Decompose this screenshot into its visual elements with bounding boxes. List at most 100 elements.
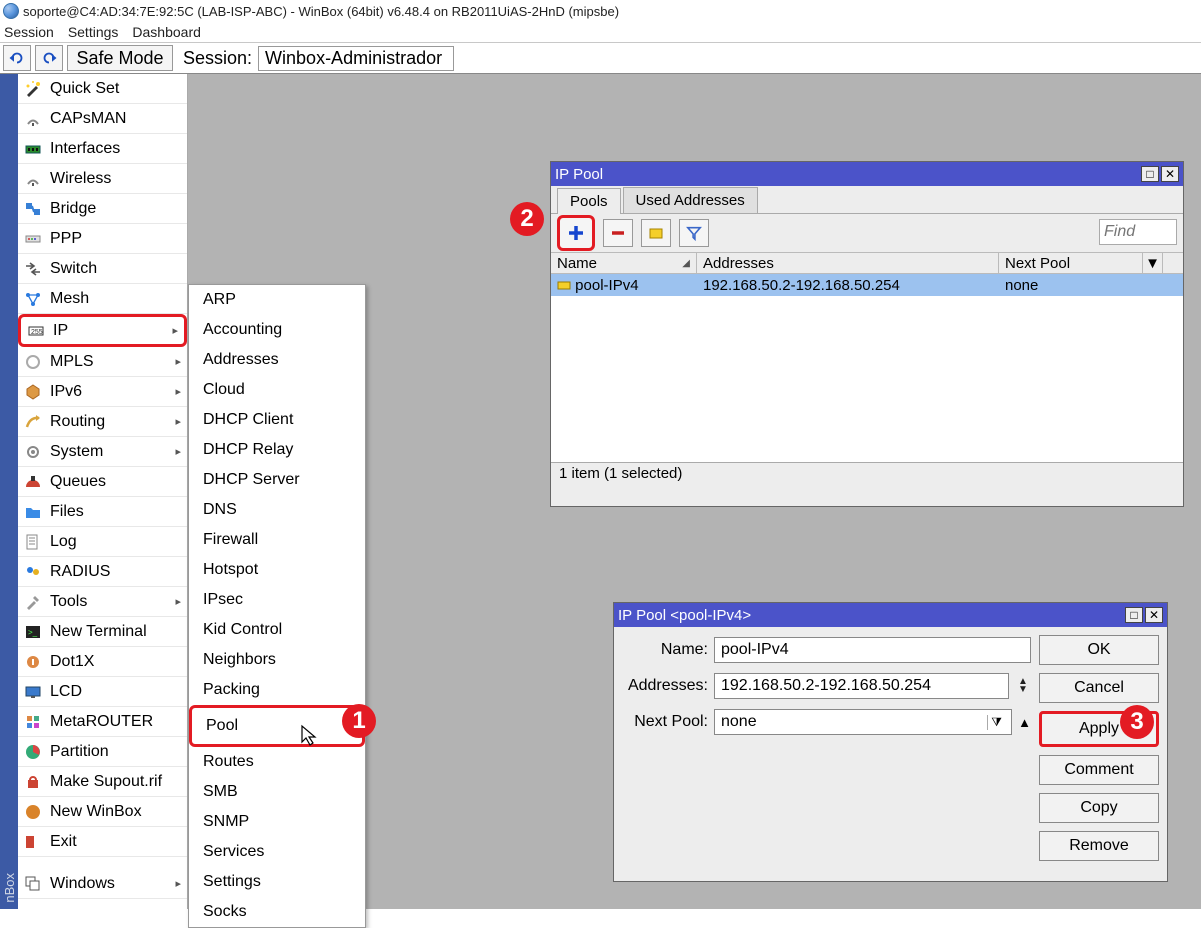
- col-name[interactable]: Name◢: [551, 253, 697, 273]
- minimize-button[interactable]: □: [1125, 607, 1143, 623]
- tab-pools[interactable]: Pools: [557, 188, 621, 214]
- comment-button[interactable]: [641, 219, 671, 247]
- ip-arp[interactable]: ARP: [189, 285, 365, 315]
- remove-button[interactable]: Remove: [1039, 831, 1159, 861]
- next-pool-select[interactable]: none⧩: [714, 709, 1012, 735]
- nav-bridge[interactable]: Bridge: [18, 194, 187, 224]
- chevron-right-icon: ▸: [175, 877, 181, 890]
- ip-addresses[interactable]: Addresses: [189, 345, 365, 375]
- nav-windows[interactable]: Windows▸: [18, 869, 187, 899]
- col-addresses[interactable]: Addresses: [697, 253, 999, 273]
- nav-partition[interactable]: Partition: [18, 737, 187, 767]
- addresses-stepper[interactable]: ▲▼: [1015, 678, 1031, 694]
- col-next-pool[interactable]: Next Pool: [999, 253, 1143, 273]
- nav-supout[interactable]: Make Supout.rif: [18, 767, 187, 797]
- ip-ipsec[interactable]: IPsec: [189, 585, 365, 615]
- nav-ip[interactable]: 255IP▸: [18, 314, 187, 347]
- pool-list-body: pool-IPv4 192.168.50.2-192.168.50.254 no…: [551, 274, 1183, 462]
- nav-lcd[interactable]: LCD: [18, 677, 187, 707]
- toolbar: Safe Mode Session: Winbox-Administrador: [0, 43, 1201, 73]
- nav-log[interactable]: Log: [18, 527, 187, 557]
- svg-text:255: 255: [31, 329, 43, 336]
- tab-used-addresses[interactable]: Used Addresses: [623, 187, 758, 213]
- ip-accounting[interactable]: Accounting: [189, 315, 365, 345]
- ip-firewall[interactable]: Firewall: [189, 525, 365, 555]
- nav-mesh[interactable]: Mesh: [18, 284, 187, 314]
- ip-pool-title-bar[interactable]: IP Pool □ ✕: [551, 162, 1183, 186]
- session-value[interactable]: Winbox-Administrador: [258, 46, 454, 71]
- winbox-icon: [3, 3, 19, 19]
- nav-dot1x[interactable]: Dot1X: [18, 647, 187, 677]
- nav-newwinbox[interactable]: New WinBox: [18, 797, 187, 827]
- undo-button[interactable]: [3, 45, 31, 71]
- ip-routes[interactable]: Routes: [189, 747, 365, 777]
- close-button[interactable]: ✕: [1161, 166, 1179, 182]
- addresses-field[interactable]: [714, 673, 1009, 699]
- filter-button[interactable]: [679, 219, 709, 247]
- close-button[interactable]: ✕: [1145, 607, 1163, 623]
- menu-settings[interactable]: Settings: [68, 24, 119, 40]
- ip-submenu: ARP Accounting Addresses Cloud DHCP Clie…: [188, 284, 366, 928]
- nav-ppp[interactable]: PPP: [18, 224, 187, 254]
- redo-button[interactable]: [35, 45, 63, 71]
- ip-dhcp-client[interactable]: DHCP Client: [189, 405, 365, 435]
- nav-ipv6[interactable]: IPv6▸: [18, 377, 187, 407]
- dropdown-icon: ⧩: [987, 715, 1005, 730]
- ip-services[interactable]: Services: [189, 837, 365, 867]
- cancel-button[interactable]: Cancel: [1039, 673, 1159, 703]
- comment-button[interactable]: Comment: [1039, 755, 1159, 785]
- table-row[interactable]: pool-IPv4 192.168.50.2-192.168.50.254 no…: [551, 274, 1183, 296]
- ip-smb[interactable]: SMB: [189, 777, 365, 807]
- pool-list-header: Name◢ Addresses Next Pool ▼: [551, 252, 1183, 274]
- nav-switch[interactable]: Switch: [18, 254, 187, 284]
- nav-interfaces[interactable]: Interfaces: [18, 134, 187, 164]
- nav-newterminal[interactable]: >_New Terminal: [18, 617, 187, 647]
- col-menu[interactable]: ▼: [1143, 253, 1163, 273]
- add-button[interactable]: [557, 215, 595, 251]
- nav-files[interactable]: Files: [18, 497, 187, 527]
- nav-exit[interactable]: Exit: [18, 827, 187, 857]
- nav-queues[interactable]: Queues: [18, 467, 187, 497]
- menu-bar: Session Settings Dashboard: [0, 22, 1201, 42]
- ip-cloud[interactable]: Cloud: [189, 375, 365, 405]
- menu-dashboard[interactable]: Dashboard: [132, 24, 201, 40]
- window-title: soporte@C4:AD:34:7E:92:5C (LAB-ISP-ABC) …: [23, 4, 619, 19]
- nav-quickset[interactable]: Quick Set: [18, 74, 187, 104]
- ip-socks[interactable]: Socks: [189, 897, 365, 927]
- nav-wireless[interactable]: Wireless: [18, 164, 187, 194]
- ip-pool[interactable]: Pool: [189, 705, 365, 747]
- svg-text:>_: >_: [28, 628, 38, 637]
- menu-session[interactable]: Session: [4, 24, 54, 40]
- ok-button[interactable]: OK: [1039, 635, 1159, 665]
- title-bar: soporte@C4:AD:34:7E:92:5C (LAB-ISP-ABC) …: [0, 0, 1201, 22]
- safe-mode-button[interactable]: Safe Mode: [67, 45, 173, 71]
- ip-dns[interactable]: DNS: [189, 495, 365, 525]
- detail-title-bar[interactable]: IP Pool <pool-IPv4> □ ✕: [614, 603, 1167, 627]
- chevron-right-icon: ▸: [175, 355, 181, 368]
- callout-3: 3: [1120, 705, 1154, 739]
- pool-toolbar: [551, 214, 1183, 252]
- nav-system[interactable]: System▸: [18, 437, 187, 467]
- chevron-right-icon: ▸: [175, 595, 181, 608]
- ip-dhcp-server[interactable]: DHCP Server: [189, 465, 365, 495]
- nav-tools[interactable]: Tools▸: [18, 587, 187, 617]
- minimize-button[interactable]: □: [1141, 166, 1159, 182]
- remove-button[interactable]: [603, 219, 633, 247]
- nav-radius[interactable]: RADIUS: [18, 557, 187, 587]
- ip-packing[interactable]: Packing: [189, 675, 365, 705]
- nav-metarouter[interactable]: MetaROUTER: [18, 707, 187, 737]
- copy-button[interactable]: Copy: [1039, 793, 1159, 823]
- pool-tabs: Pools Used Addresses: [551, 186, 1183, 214]
- collapse-icon[interactable]: ▲: [1018, 715, 1031, 730]
- ip-neighbors[interactable]: Neighbors: [189, 645, 365, 675]
- ip-kid-control[interactable]: Kid Control: [189, 615, 365, 645]
- ip-hotspot[interactable]: Hotspot: [189, 555, 365, 585]
- nav-routing[interactable]: Routing▸: [18, 407, 187, 437]
- name-field[interactable]: [714, 637, 1031, 663]
- find-input[interactable]: [1099, 219, 1177, 245]
- nav-mpls[interactable]: MPLS▸: [18, 347, 187, 377]
- ip-dhcp-relay[interactable]: DHCP Relay: [189, 435, 365, 465]
- ip-settings[interactable]: Settings: [189, 867, 365, 897]
- nav-capsman[interactable]: CAPsMAN: [18, 104, 187, 134]
- ip-snmp[interactable]: SNMP: [189, 807, 365, 837]
